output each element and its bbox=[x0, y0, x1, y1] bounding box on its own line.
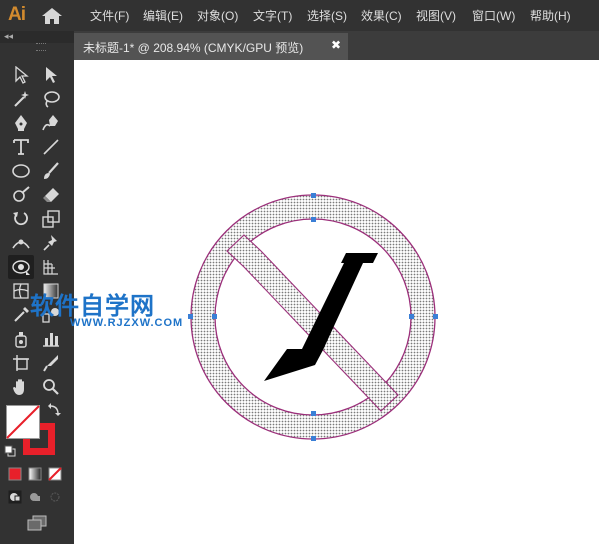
ellipse-icon bbox=[12, 164, 30, 178]
type-tool[interactable] bbox=[8, 135, 34, 159]
rotate-tool[interactable] bbox=[8, 207, 34, 231]
menu-select[interactable]: 选择(S) bbox=[307, 7, 347, 24]
direct-selection-tool[interactable] bbox=[38, 63, 64, 87]
magnifier-icon bbox=[43, 379, 59, 395]
anchor-point[interactable] bbox=[409, 314, 414, 319]
shaper-icon bbox=[13, 186, 30, 202]
default-colors-icon bbox=[4, 445, 16, 457]
eyedropper-icon bbox=[14, 307, 29, 322]
default-fill-stroke-button[interactable] bbox=[3, 444, 17, 458]
anchor-point[interactable] bbox=[311, 193, 316, 198]
hand-icon bbox=[13, 379, 24, 395]
anchor-point[interactable] bbox=[433, 314, 438, 319]
gradient-mode-button[interactable] bbox=[27, 466, 43, 482]
color-mode-icon bbox=[8, 467, 22, 481]
screen-mode-button[interactable] bbox=[24, 513, 50, 533]
selection-arrow-icon bbox=[15, 66, 29, 84]
mesh-icon bbox=[13, 283, 29, 299]
draw-inside-icon bbox=[50, 492, 60, 502]
artboard-icon bbox=[13, 355, 29, 371]
screen-mode-icon bbox=[27, 515, 47, 531]
magic-wand-tool[interactable] bbox=[8, 87, 34, 111]
draw-behind-icon bbox=[30, 493, 40, 501]
selection-tool[interactable] bbox=[8, 63, 34, 87]
draw-inside-button[interactable] bbox=[47, 489, 63, 505]
document-tab-label: 未标题-1* @ 208.94% (CMYK/GPU 预览) bbox=[83, 41, 304, 55]
menu-help[interactable]: 帮助(H) bbox=[530, 7, 571, 24]
none-mode-button[interactable] bbox=[47, 466, 63, 482]
collapse-toolbar-icon[interactable]: ◂◂ bbox=[4, 31, 13, 42]
anchor-point[interactable] bbox=[311, 217, 316, 222]
pen-nib-icon bbox=[15, 115, 27, 131]
scale-tool[interactable] bbox=[38, 207, 64, 231]
zoom-tool[interactable] bbox=[38, 375, 64, 399]
menu-type[interactable]: 文字(T) bbox=[253, 7, 292, 24]
watermark-url: WWW.RJZXW.COM bbox=[70, 317, 184, 329]
document-tab[interactable]: 未标题-1* @ 208.94% (CMYK/GPU 预览) ✖ bbox=[74, 33, 348, 60]
swap-arrow-icon bbox=[48, 403, 61, 416]
anchor-point[interactable] bbox=[212, 314, 217, 319]
draw-behind-button[interactable] bbox=[27, 489, 43, 505]
artboard-tool[interactable] bbox=[8, 351, 34, 375]
swap-fill-stroke-button[interactable] bbox=[45, 401, 63, 419]
free-transform-tool[interactable] bbox=[8, 255, 34, 279]
menu-bar: Ai 文件(F) 编辑(E) 对象(O) 文字(T) 选择(S) 效果(C) 视… bbox=[0, 0, 599, 31]
slice-knife-icon bbox=[43, 355, 58, 372]
menu-window[interactable]: 窗口(W) bbox=[472, 7, 515, 24]
menu-object[interactable]: 对象(O) bbox=[197, 7, 238, 24]
width-tool-icon bbox=[12, 239, 30, 249]
close-icon[interactable]: ✖ bbox=[331, 38, 341, 52]
toolbar-grip[interactable] bbox=[36, 43, 46, 51]
symbol-sprayer-tool[interactable] bbox=[8, 327, 34, 351]
slice-tool[interactable] bbox=[38, 351, 64, 375]
ellipse-tool[interactable] bbox=[8, 159, 34, 183]
pushpin-icon bbox=[43, 235, 57, 251]
type-t-icon bbox=[13, 139, 29, 155]
color-mode-button[interactable] bbox=[7, 466, 23, 482]
direct-selection-arrow-icon bbox=[46, 67, 57, 83]
watermark-title: 软件自学网 bbox=[30, 293, 155, 320]
draw-normal-button[interactable] bbox=[7, 489, 23, 505]
curvature-tool[interactable] bbox=[38, 111, 64, 135]
puppet-warp-tool[interactable] bbox=[38, 231, 64, 255]
shaper-tool[interactable] bbox=[8, 183, 34, 207]
toolbar-header: ◂◂ bbox=[0, 31, 74, 43]
anchor-point[interactable] bbox=[311, 436, 316, 441]
line-segment-tool[interactable] bbox=[38, 135, 64, 159]
pen-tool[interactable] bbox=[8, 111, 34, 135]
gradient-mode-icon bbox=[28, 467, 42, 481]
perspective-grid-tool[interactable] bbox=[38, 255, 64, 279]
magic-wand-icon bbox=[14, 91, 29, 107]
fill-swatch[interactable] bbox=[6, 405, 40, 439]
column-graph-icon bbox=[43, 333, 59, 347]
menu-effect[interactable]: 效果(C) bbox=[361, 7, 402, 24]
perspective-grid-icon bbox=[43, 260, 58, 275]
width-tool[interactable] bbox=[8, 231, 34, 255]
eraser-tool[interactable] bbox=[38, 183, 64, 207]
column-graph-tool[interactable] bbox=[38, 327, 64, 351]
symbol-sprayer-icon bbox=[15, 332, 27, 348]
free-transform-icon bbox=[12, 260, 30, 275]
paintbrush-tool[interactable] bbox=[38, 159, 64, 183]
document-tab-bar: 未标题-1* @ 208.94% (CMYK/GPU 预览) ✖ bbox=[74, 31, 599, 60]
anchor-point[interactable] bbox=[311, 411, 316, 416]
lasso-tool[interactable] bbox=[38, 87, 64, 111]
none-mode-icon bbox=[48, 467, 62, 481]
lasso-icon bbox=[44, 91, 60, 108]
eraser-icon bbox=[43, 188, 59, 202]
curvature-pen-icon bbox=[42, 115, 58, 131]
home-icon[interactable] bbox=[41, 7, 63, 25]
draw-normal-icon bbox=[8, 490, 22, 504]
app-logo: Ai bbox=[8, 4, 26, 25]
hand-tool[interactable] bbox=[8, 375, 34, 399]
menu-file[interactable]: 文件(F) bbox=[90, 7, 129, 24]
paintbrush-icon bbox=[44, 162, 59, 179]
fill-swatch-graphic bbox=[6, 405, 40, 439]
menu-edit[interactable]: 编辑(E) bbox=[143, 7, 183, 24]
scale-icon bbox=[42, 210, 60, 228]
rotate-icon bbox=[13, 212, 28, 226]
line-segment-icon bbox=[43, 139, 59, 155]
menu-view[interactable]: 视图(V) bbox=[416, 7, 456, 24]
anchor-point[interactable] bbox=[188, 314, 193, 319]
